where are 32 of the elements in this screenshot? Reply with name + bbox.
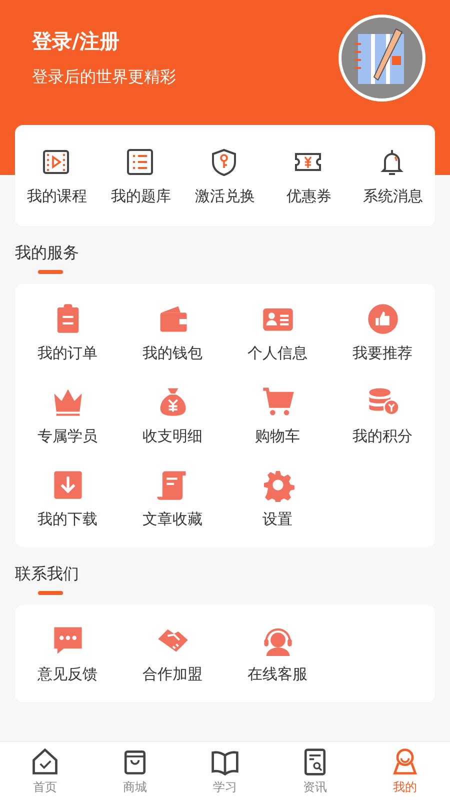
person-icon <box>390 746 420 776</box>
notebook-avatar-icon[interactable] <box>338 14 426 102</box>
tab[interactable]: 学习 <box>180 742 270 800</box>
menu-item[interactable]: 我的钱包 <box>142 302 202 363</box>
section-title: 我的服务 <box>15 242 80 264</box>
login-subtitle: 登录后的世界更精彩 <box>32 66 176 88</box>
menu-item[interactable]: 购物车 <box>255 385 300 446</box>
menu-item[interactable]: 个人信息 <box>248 302 308 363</box>
menu-item[interactable]: 收支明细 <box>142 385 202 446</box>
title-underline <box>38 270 63 274</box>
shortcut-item[interactable]: 我的题库 <box>111 147 171 206</box>
menu-item[interactable]: 文章收藏 <box>142 468 202 529</box>
title-underline <box>38 591 63 595</box>
menu-item[interactable]: 专属学员 <box>38 385 98 446</box>
section-title: 联系我们 <box>15 563 80 585</box>
menu-item[interactable]: 合作加盟 <box>142 623 202 684</box>
menu-item[interactable]: 我要推荐 <box>352 302 412 363</box>
tab[interactable]: 资讯 <box>270 742 360 800</box>
menu-item[interactable]: 我的下载 <box>38 468 98 529</box>
shortcut-item[interactable]: 我的课程 <box>27 147 87 206</box>
tab[interactable]: 首页 <box>0 742 90 800</box>
shortcut-item[interactable]: 激活兑换 <box>195 147 255 206</box>
menu-item[interactable]: 在线客服 <box>248 623 308 684</box>
shortcut-item[interactable]: 优惠券 <box>286 147 332 206</box>
menu-item[interactable]: 意见反馈 <box>38 623 98 684</box>
menu-item[interactable]: 设置 <box>260 468 294 529</box>
home-icon <box>30 746 60 776</box>
shortcut-item[interactable]: 系统消息 <box>363 147 423 206</box>
thumbs-up-icon <box>366 302 400 336</box>
menu-item[interactable]: 我的订单 <box>38 302 98 363</box>
menu-item[interactable]: 我的积分 <box>352 385 412 446</box>
tab[interactable]: 商城 <box>90 742 180 800</box>
